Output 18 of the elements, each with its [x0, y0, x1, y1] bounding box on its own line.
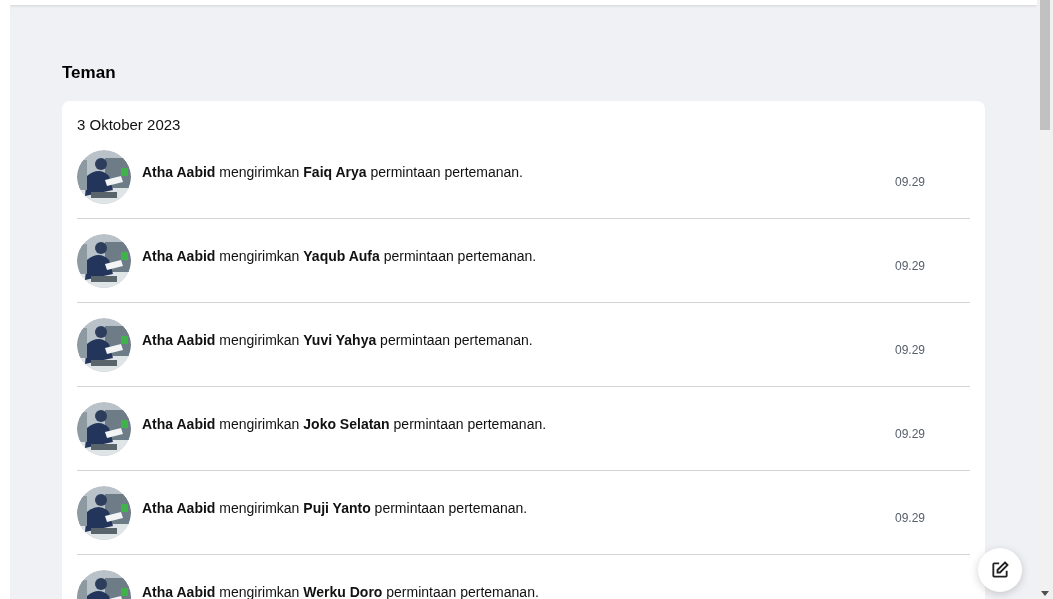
notification-time: 09.29 — [894, 174, 925, 190]
notification-time: 09.29 — [894, 426, 925, 442]
scrollbar[interactable] — [1037, 0, 1053, 599]
notification-text: Atha Aabid mengirimkan Yaqub Aufa permintaan pertemanan. — [142, 247, 538, 265]
date-heading: 3 Oktober 2023 — [77, 115, 181, 135]
scroll-down-icon[interactable] — [1041, 591, 1049, 596]
notification-text: Atha Aabid mengirimkan Werku Doro permintaan pertemanan. — [142, 583, 540, 599]
compose-button[interactable] — [978, 548, 1022, 592]
edit-icon — [990, 560, 1010, 580]
notification-text: Atha Aabid mengirimkan Yuvi Yahya permintaan pertemanan. — [142, 331, 534, 349]
scrollbar-thumb[interactable] — [1040, 0, 1050, 130]
notification-text: Atha Aabid mengirimkan Faiq Arya permintaan pertemanan. — [142, 163, 524, 181]
notification-time: 09.29 — [894, 510, 925, 526]
notification-time: 09.29 — [894, 258, 925, 274]
notification-time: 09.29 — [894, 342, 925, 358]
notification-text: Atha Aabid mengirimkan Puji Yanto permintaan pertemanan. — [142, 499, 529, 517]
section-title: Teman — [62, 62, 116, 84]
notification-text: Atha Aabid mengirimkan Joko Selatan permintaan pertemanan. — [142, 415, 548, 433]
